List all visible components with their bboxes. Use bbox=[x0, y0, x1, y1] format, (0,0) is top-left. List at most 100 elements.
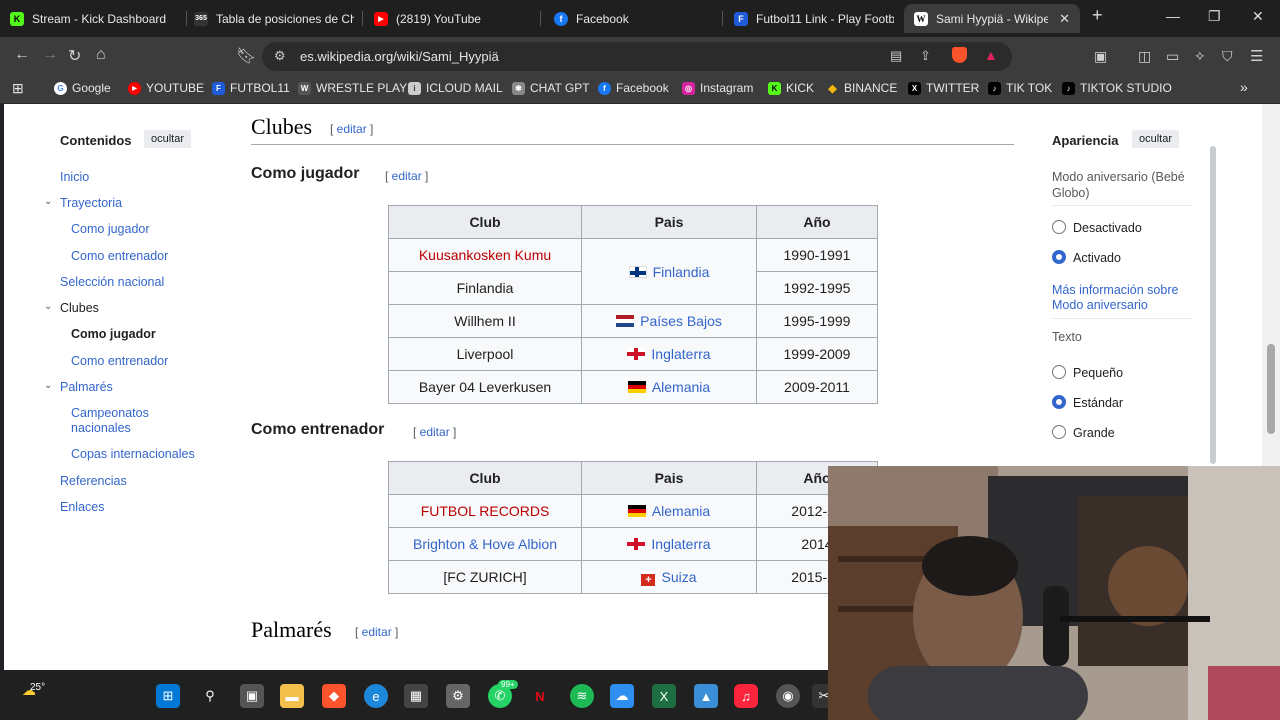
bookmark-twitter[interactable]: X TWITTER bbox=[908, 81, 979, 95]
radio-off-icon[interactable] bbox=[1052, 365, 1066, 379]
pais-link[interactable]: Finlandia bbox=[653, 264, 710, 280]
club-cell[interactable]: Kuusankosken Kumu bbox=[388, 238, 582, 272]
toc-item-referencias[interactable]: Referencias bbox=[60, 474, 127, 488]
toc-item-clubes-como-jugador[interactable]: Como jugador bbox=[71, 327, 156, 341]
minimize-icon[interactable]: — bbox=[1166, 8, 1180, 24]
close-window-icon[interactable]: ✕ bbox=[1252, 8, 1264, 25]
edit-link-text[interactable]: editar bbox=[420, 425, 450, 439]
bookmark-tiktok[interactable]: ♪ TIK TOK bbox=[988, 81, 1052, 95]
toc-hide-button[interactable]: ocultar bbox=[144, 130, 192, 148]
tab-facebook[interactable]: f Facebook bbox=[554, 4, 714, 33]
radio-on-icon[interactable] bbox=[1052, 395, 1066, 409]
apps-icon[interactable]: ⊞ bbox=[12, 80, 24, 97]
tab-youtube[interactable]: ▶ (2819) YouTube bbox=[374, 4, 534, 33]
vpn-icon[interactable]: ⛉ bbox=[1222, 48, 1233, 65]
pais-link[interactable]: Alemania bbox=[652, 379, 710, 395]
toc-item-como-jugador[interactable]: Como jugador bbox=[71, 222, 150, 236]
edit-link[interactable]: [ editar ] bbox=[385, 169, 428, 183]
leo-ai-icon[interactable]: ✧ bbox=[1194, 48, 1206, 65]
obs-icon[interactable]: ◉ bbox=[776, 684, 800, 708]
bookmark-wrestle-play[interactable]: W WRESTLE PLAY bbox=[298, 81, 407, 95]
toc-item-trayectoria[interactable]: Trayectoria bbox=[60, 196, 122, 210]
edit-link-text[interactable]: editar bbox=[392, 169, 422, 183]
tab-kick-dashboard[interactable]: K Stream - Kick Dashboard bbox=[10, 4, 180, 33]
appearance-hide-button[interactable]: ocultar bbox=[1132, 130, 1180, 148]
brave-rewards-icon[interactable]: ▲ bbox=[984, 47, 998, 63]
toc-item-enlaces[interactable]: Enlaces bbox=[60, 500, 104, 514]
new-tab-icon[interactable]: + bbox=[1092, 5, 1103, 26]
bookmark-binance[interactable]: ◆ BINANCE bbox=[826, 81, 897, 95]
pais-cell[interactable]: Países Bajos bbox=[581, 304, 757, 338]
start-icon[interactable]: ⊞ bbox=[156, 684, 180, 708]
radio-activado[interactable]: Activado bbox=[1052, 250, 1121, 265]
radio-desactivado[interactable]: Desactivado bbox=[1052, 220, 1142, 235]
task-view-icon[interactable]: ▣ bbox=[240, 684, 264, 708]
spotify-icon[interactable]: ≋ bbox=[570, 684, 594, 708]
club-cell[interactable]: Brighton & Hove Albion bbox=[388, 527, 582, 561]
edge-icon[interactable]: e bbox=[364, 684, 388, 708]
excel-icon[interactable]: X bbox=[652, 684, 676, 708]
pais-link[interactable]: Suiza bbox=[661, 569, 696, 585]
tab-futbol11[interactable]: F Futbol11 Link - Play Footb bbox=[734, 4, 894, 33]
toc-item-como-entrenador[interactable]: Como entrenador bbox=[71, 249, 168, 263]
bookmark-facebook[interactable]: f Facebook bbox=[598, 81, 669, 95]
more-info-link[interactable]: Más información sobre Modo aniversario bbox=[1052, 283, 1202, 313]
reload-icon[interactable]: ↻ bbox=[68, 46, 81, 66]
toc-item-palmares[interactable]: Palmarés bbox=[60, 380, 113, 394]
radio-grande[interactable]: Grande bbox=[1052, 425, 1115, 440]
share-icon[interactable]: ⇪ bbox=[920, 48, 931, 64]
chevron-down-icon[interactable]: ⌄ bbox=[44, 196, 52, 207]
wallet-icon[interactable]: ▣ bbox=[1094, 48, 1107, 65]
chevron-down-icon[interactable]: ⌄ bbox=[44, 380, 52, 391]
close-tab-icon[interactable]: ✕ bbox=[1059, 11, 1070, 27]
store-icon[interactable]: ▦ bbox=[404, 684, 428, 708]
sidebar-icon[interactable]: ◫ bbox=[1138, 48, 1151, 65]
bookmark-tiktok-studio[interactable]: ♪ TIKTOK STUDIO bbox=[1062, 81, 1172, 95]
bookmark-futbol11[interactable]: F FUTBOL11 bbox=[212, 81, 290, 95]
bookmark-google[interactable]: G Google bbox=[54, 81, 111, 95]
brave-shields-icon[interactable] bbox=[952, 47, 967, 63]
edit-link-text[interactable]: editar bbox=[362, 625, 392, 639]
edit-link[interactable]: [ editar ] bbox=[413, 425, 456, 439]
toc-item-clubes-como-entrenador[interactable]: Como entrenador bbox=[71, 354, 168, 368]
netflix-icon[interactable]: N bbox=[528, 684, 552, 708]
bookmark-instagram[interactable]: ◎ Instagram bbox=[682, 81, 753, 95]
pais-cell[interactable]: Alemania bbox=[581, 370, 757, 404]
wallet-icon[interactable]: ▭ bbox=[1166, 48, 1179, 65]
menu-icon[interactable]: ☰ bbox=[1250, 47, 1263, 65]
toc-item-seleccion-nacional[interactable]: Selección nacional bbox=[60, 275, 164, 289]
pais-cell[interactable]: Inglaterra bbox=[581, 337, 757, 371]
pais-cell[interactable]: Alemania bbox=[581, 494, 757, 528]
scrollbar-thumb[interactable] bbox=[1267, 344, 1275, 434]
file-explorer-icon[interactable]: ▬ bbox=[280, 684, 304, 708]
pais-link[interactable]: Alemania bbox=[652, 503, 710, 519]
home-icon[interactable]: ⌂ bbox=[96, 46, 106, 64]
radio-off-icon[interactable] bbox=[1052, 220, 1066, 234]
maximize-icon[interactable]: ❐ bbox=[1208, 8, 1221, 25]
bookmark-chat-gpt[interactable]: ✱ CHAT GPT bbox=[512, 81, 590, 95]
tab-wikipedia-active[interactable]: W Sami Hyypiä - Wikipe ✕ bbox=[904, 4, 1080, 33]
url-text[interactable]: es.wikipedia.org/wiki/Sami_Hyypiä bbox=[300, 49, 499, 64]
search-icon[interactable]: ⚲ bbox=[198, 684, 222, 708]
edit-link[interactable]: [ editar ] bbox=[330, 122, 373, 136]
chevron-down-icon[interactable]: ⌄ bbox=[44, 301, 52, 312]
pais-cell[interactable]: Inglaterra bbox=[581, 527, 757, 561]
panel-scrollbar[interactable] bbox=[1210, 146, 1216, 464]
settings-icon[interactable]: ⚙ bbox=[446, 684, 470, 708]
toc-item-copas[interactable]: Copas internacionales bbox=[71, 447, 195, 461]
tab-posiciones[interactable]: 365 Tabla de posiciones de Cha bbox=[194, 4, 354, 33]
more-bookmarks-icon[interactable]: » bbox=[1240, 79, 1248, 95]
bookmark-kick[interactable]: K KICK bbox=[768, 81, 814, 95]
photos-icon[interactable]: ▲ bbox=[694, 684, 718, 708]
pais-cell[interactable]: + Suiza bbox=[581, 560, 757, 594]
pais-link[interactable]: Países Bajos bbox=[640, 313, 722, 329]
back-icon[interactable]: ← bbox=[14, 46, 30, 64]
radio-on-icon[interactable] bbox=[1052, 250, 1066, 264]
pais-cell[interactable]: Finlandia bbox=[581, 238, 757, 305]
bookmark-icloud-mail[interactable]: i ICLOUD MAIL bbox=[408, 81, 503, 95]
music-icon[interactable]: ♫ bbox=[734, 684, 758, 708]
radio-pequeno[interactable]: Pequeño bbox=[1052, 365, 1123, 380]
toc-item-campeonatos[interactable]: Campeonatos nacionales bbox=[71, 406, 181, 436]
pais-link[interactable]: Inglaterra bbox=[651, 346, 710, 362]
site-info-icon[interactable]: ⚙ bbox=[274, 48, 286, 64]
